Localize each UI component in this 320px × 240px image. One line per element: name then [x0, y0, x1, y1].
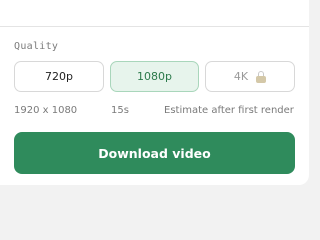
resolution-text: 1920 x 1080 [14, 105, 78, 116]
quality-option-label: 1080p [137, 70, 172, 83]
quality-option-label: 720p [45, 70, 73, 83]
quality-option-1080p[interactable]: 1080p [110, 61, 199, 92]
quality-option-label: 4K [233, 70, 249, 83]
quality-option-4k: 4K [205, 61, 295, 92]
download-button-label: Download video [98, 145, 211, 161]
divider [0, 26, 309, 27]
duration-text: 15s [111, 105, 129, 116]
quality-label: Quality [14, 41, 59, 52]
download-video-button[interactable]: Download video [14, 132, 295, 174]
size-estimate-text: Estimate after first render [164, 105, 294, 116]
quality-option-720p[interactable]: 720p [14, 61, 104, 92]
export-panel: Quality 720p 1080p 4K 1920 x 1080 15s Es… [0, 0, 309, 185]
lock-icon [256, 70, 267, 83]
